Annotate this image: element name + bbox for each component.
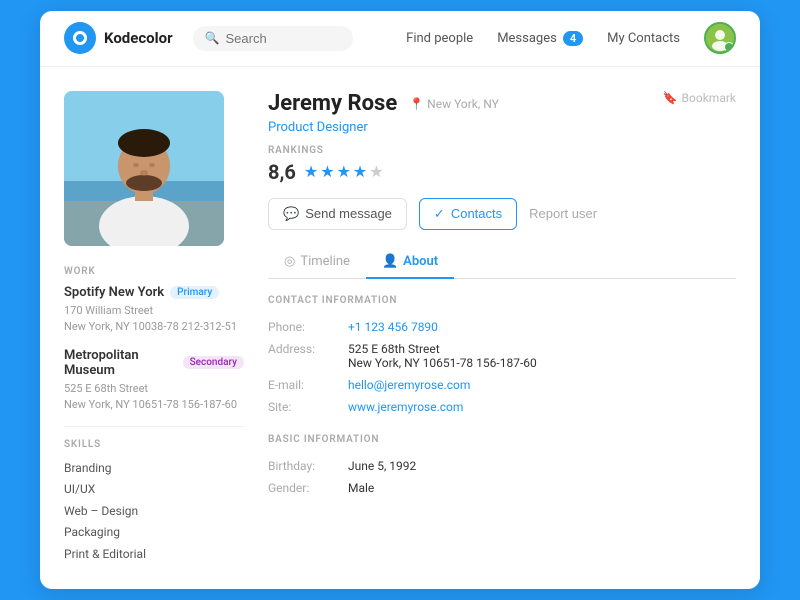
gender-label: Gender: <box>268 477 348 499</box>
nav-find-people[interactable]: Find people <box>406 31 473 46</box>
profile-card: Kodecolor 🔍 Find people Messages 4 My Co… <box>40 11 760 590</box>
work-item-1: Spotify New York Primary 170 William Str… <box>64 285 244 336</box>
search-box[interactable]: 🔍 <box>193 26 353 51</box>
table-row: Birthday: June 5, 1992 <box>268 455 736 477</box>
logo-icon <box>64 22 96 54</box>
send-message-button[interactable]: 💬 Send message <box>268 198 407 230</box>
star-5-half: ★ <box>369 162 383 181</box>
star-3: ★ <box>337 162 351 181</box>
contact-info-table: Phone: +1 123 456 7890 Address: 525 E 68… <box>268 316 736 418</box>
bookmark-button[interactable]: 🔖 Bookmark <box>663 91 736 105</box>
skill-item: Packaging <box>64 522 244 544</box>
user-avatar[interactable] <box>704 22 736 54</box>
bookmark-icon: 🔖 <box>663 91 678 105</box>
address-value: 525 E 68th Street New York, NY 10651-78 … <box>348 338 736 374</box>
timeline-icon: ◎ <box>284 254 295 269</box>
location-text: New York, NY <box>427 97 499 111</box>
table-row: E-mail: hello@jeremyrose.com <box>268 374 736 396</box>
message-icon: 💬 <box>283 206 299 222</box>
rating-number: 8,6 <box>268 160 296 184</box>
profile-name: Jeremy Rose <box>268 91 397 116</box>
skill-item: Branding <box>64 458 244 480</box>
basic-info-label: BASIC INFORMATION <box>268 434 736 445</box>
work-name-1: Spotify New York Primary <box>64 285 244 300</box>
report-user-button[interactable]: Report user <box>529 206 597 221</box>
gender-value: Male <box>348 477 736 499</box>
table-row: Phone: +1 123 456 7890 <box>268 316 736 338</box>
location-icon: 📍 <box>409 97 424 111</box>
person-icon: 👤 <box>382 254 398 269</box>
star-4: ★ <box>353 162 367 181</box>
work-address-1: 170 William Street New York, NY 10038-78… <box>64 303 244 336</box>
work-section-label: WORK <box>64 266 244 277</box>
location-wrap: 📍 New York, NY <box>409 97 499 111</box>
profile-header-row: Jeremy Rose 📍 New York, NY 🔖 Bookmark <box>268 91 736 116</box>
left-panel: WORK Spotify New York Primary 170 Willia… <box>64 91 244 566</box>
work-address-2: 525 E 68th Street New York, NY 10651-78 … <box>64 381 244 414</box>
tab-timeline[interactable]: ◎ Timeline <box>268 246 366 279</box>
logo-area: Kodecolor <box>64 22 173 54</box>
table-row: Address: 525 E 68th Street New York, NY … <box>268 338 736 374</box>
tabs-row: ◎ Timeline 👤 About <box>268 246 736 279</box>
site-value[interactable]: www.jeremyrose.com <box>348 396 736 418</box>
bookmark-label: Bookmark <box>682 91 736 105</box>
table-row: Site: www.jeremyrose.com <box>268 396 736 418</box>
contact-info-label: CONTACT INFORMATION <box>268 295 736 306</box>
skill-item: Print & Editorial <box>64 544 244 566</box>
work-name-2: Metropolitan Museum Secondary <box>64 348 244 378</box>
skill-item: Web – Design <box>64 501 244 523</box>
actions-row: 💬 Send message ✓ Contacts Report user <box>268 198 736 230</box>
checkmark-icon: ✓ <box>434 206 445 222</box>
search-input[interactable] <box>226 31 326 46</box>
messages-badge: 4 <box>563 31 583 46</box>
header: Kodecolor 🔍 Find people Messages 4 My Co… <box>40 11 760 67</box>
profile-photo <box>64 91 224 246</box>
logo-inner-circle <box>73 31 87 45</box>
table-row: Gender: Male <box>268 477 736 499</box>
email-label: E-mail: <box>268 374 348 396</box>
nav-messages-wrap: Messages 4 <box>497 31 583 46</box>
work-tag-primary: Primary <box>170 286 219 299</box>
site-label: Site: <box>268 396 348 418</box>
nav-my-contacts[interactable]: My Contacts <box>607 31 680 46</box>
rating-row: 8,6 ★ ★ ★ ★ ★ <box>268 160 736 184</box>
app-name: Kodecolor <box>104 29 173 47</box>
star-rating: ★ ★ ★ ★ ★ <box>304 162 384 181</box>
nav-messages[interactable]: Messages <box>497 31 557 46</box>
search-icon: 🔍 <box>205 31 220 45</box>
contacts-button[interactable]: ✓ Contacts <box>419 198 517 230</box>
right-panel: Jeremy Rose 📍 New York, NY 🔖 Bookmark Pr… <box>268 91 736 566</box>
basic-info-table: Birthday: June 5, 1992 Gender: Male <box>268 455 736 499</box>
skills-list: Branding UI/UX Web – Design Packaging Pr… <box>64 458 244 566</box>
star-1: ★ <box>304 162 318 181</box>
skills-section-label: SKILLS <box>64 439 244 450</box>
phone-value[interactable]: +1 123 456 7890 <box>348 316 736 338</box>
job-title: Product Designer <box>268 120 736 135</box>
skill-item: UI/UX <box>64 479 244 501</box>
tab-about[interactable]: 👤 About <box>366 246 454 279</box>
address-label: Address: <box>268 338 348 374</box>
nav-links: Find people Messages 4 My Contacts <box>406 22 736 54</box>
birthday-label: Birthday: <box>268 455 348 477</box>
email-value[interactable]: hello@jeremyrose.com <box>348 374 736 396</box>
work-item-2: Metropolitan Museum Secondary 525 E 68th… <box>64 348 244 414</box>
rankings-label: RANKINGS <box>268 145 736 156</box>
phone-label: Phone: <box>268 316 348 338</box>
star-2: ★ <box>320 162 334 181</box>
body: WORK Spotify New York Primary 170 Willia… <box>40 67 760 590</box>
birthday-value: June 5, 1992 <box>348 455 736 477</box>
divider-1 <box>64 426 244 427</box>
work-tag-secondary: Secondary <box>183 356 244 369</box>
